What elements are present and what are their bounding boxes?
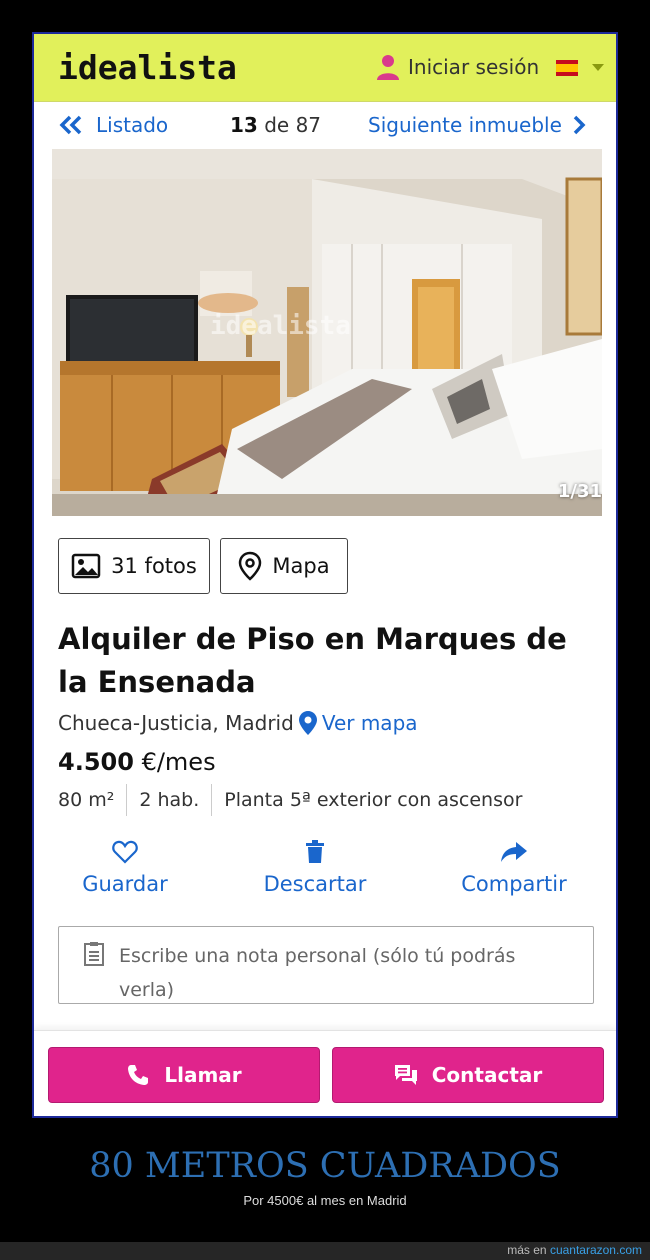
save-label: Guardar (82, 872, 168, 896)
share-arrow-icon (501, 842, 527, 862)
chevron-right-icon (573, 115, 586, 135)
feature-area: 80 m² (58, 789, 115, 811)
meme-caption-title: 80 METROS CUADRADOS (89, 1146, 561, 1186)
map-button[interactable]: Mapa (220, 538, 348, 594)
contact-button[interactable]: Contactar (332, 1047, 604, 1103)
listing-photo[interactable]: idealista 1/31 (52, 149, 602, 516)
site-prefix: más en (507, 1243, 547, 1257)
map-label: Mapa (272, 554, 330, 578)
phone-icon (128, 1065, 149, 1085)
next-label: Siguiente inmueble (368, 113, 562, 137)
feature-divider (126, 784, 128, 816)
listing-nav: Listado 13 de 87 Siguiente inmueble (34, 103, 616, 147)
site-credit: más en cuantarazon.com (507, 1243, 642, 1257)
location-pin-icon (239, 551, 262, 581)
feature-divider (211, 784, 213, 816)
photos-label: 31 fotos (111, 554, 197, 578)
feature-rooms: 2 hab. (139, 789, 200, 811)
login-label: Iniciar sesión (408, 55, 540, 79)
contact-bar: Llamar Contactar (34, 1030, 616, 1116)
idealista-logo[interactable]: idealista (58, 48, 237, 87)
chat-bubbles-icon (394, 1065, 417, 1085)
user-icon (377, 55, 399, 80)
call-label: Llamar (164, 1063, 242, 1087)
image-icon (71, 553, 101, 579)
meme-caption-subtitle: Por 4500€ al mes en Madrid (243, 1193, 407, 1208)
photo-watermark: idealista (210, 311, 351, 341)
view-map-label: Ver mapa (321, 711, 418, 735)
top-bar: idealista Iniciar sesión (34, 34, 616, 102)
view-map-link[interactable]: Ver mapa (298, 710, 418, 736)
listing-title: Alquiler de Piso en Marques de la Ensena… (58, 622, 567, 699)
back-to-list-link[interactable]: Listado (58, 113, 168, 137)
share-button[interactable]: Compartir (454, 840, 574, 896)
photos-button[interactable]: 31 fotos (58, 538, 210, 594)
map-pin-icon (298, 711, 317, 735)
spain-flag-icon[interactable] (556, 60, 578, 76)
save-button[interactable]: Guardar (80, 840, 170, 896)
price-unit: €/mes (141, 748, 216, 776)
site-link[interactable]: cuantarazon.com (550, 1243, 642, 1257)
discard-label: Descartar (263, 872, 367, 896)
discard-button[interactable]: Descartar (258, 840, 372, 896)
double-chevron-left-icon (59, 115, 82, 135)
site-footer: más en cuantarazon.com (0, 1242, 650, 1260)
back-label: Listado (96, 113, 169, 137)
note-placeholder: Escribe una nota personal (sólo tú podrá… (119, 945, 516, 1001)
listing-location: Chueca-Justicia, Madrid Ver mapa (58, 710, 418, 736)
heart-icon (112, 840, 138, 864)
current-index: 13 (230, 113, 258, 137)
phone-screen: idealista Iniciar sesión Listado 13 de 8… (32, 32, 618, 1118)
location-text: Chueca-Justicia, Madrid (58, 711, 294, 735)
feature-floor: Planta 5ª exterior con ascensor (224, 789, 523, 811)
next-listing-link[interactable]: Siguiente inmueble (368, 113, 586, 137)
price-amount: 4.500 (58, 748, 134, 776)
call-button[interactable]: Llamar (48, 1047, 320, 1103)
note-icon (84, 942, 104, 966)
price: 4.500 €/mes (58, 748, 216, 776)
personal-note-field[interactable]: Escribe una nota personal (sólo tú podrá… (58, 926, 594, 1004)
total-count: 87 (295, 113, 322, 137)
login-link[interactable]: Iniciar sesión (376, 54, 539, 80)
chevron-down-icon[interactable] (592, 64, 604, 71)
listing-features: 80 m² 2 hab. Planta 5ª exterior con asce… (58, 784, 522, 816)
listing-position: 13 de 87 (230, 113, 321, 137)
contact-label: Contactar (431, 1063, 543, 1087)
photo-counter: 1/31 (557, 481, 602, 502)
of-word: de (264, 113, 290, 137)
trash-icon (306, 840, 324, 863)
share-label: Compartir (461, 872, 567, 896)
